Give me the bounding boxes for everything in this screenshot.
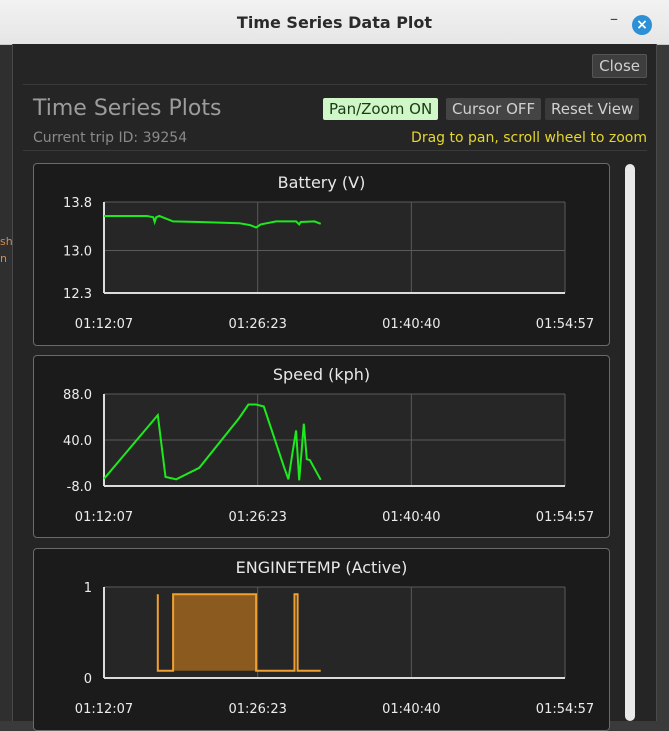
x-tick-label: 01:40:40 xyxy=(382,317,440,332)
x-tick-label: 01:12:07 xyxy=(75,317,133,332)
background-text-fragment: sh xyxy=(0,235,13,248)
window-title: Time Series Data Plot xyxy=(236,13,433,32)
x-tick-label: 01:26:23 xyxy=(228,510,286,525)
x-tick-label: 01:54:57 xyxy=(536,702,594,717)
page-title: Time Series Plots xyxy=(33,96,222,121)
plots-header: Time Series Plots Current trip ID: 39254… xyxy=(23,90,647,151)
plot-window: Close Time Series Plots Current trip ID:… xyxy=(12,44,657,731)
window-titlebar[interactable]: Time Series Data Plot – × xyxy=(0,0,669,45)
y-tick-label: 0 xyxy=(84,672,92,687)
x-tick-label: 01:12:07 xyxy=(75,702,133,717)
active-region xyxy=(173,594,257,671)
pan-zoom-hint: Drag to pan, scroll wheel to zoom xyxy=(411,130,647,146)
y-tick-label: -8.0 xyxy=(67,480,92,495)
background-text-fragment: n xyxy=(0,252,7,265)
x-tick-label: 01:12:07 xyxy=(75,510,133,525)
close-icon[interactable]: × xyxy=(632,15,652,35)
y-tick-label: 13.0 xyxy=(63,245,92,260)
pan-zoom-toggle[interactable]: Pan/Zoom ON xyxy=(323,98,439,120)
battery-plot[interactable]: Battery (V) 13.8 13.0 12.3 01:12:07 01:26:23… xyxy=(33,163,610,346)
x-tick-label: 01:40:40 xyxy=(382,510,440,525)
x-tick-label: 01:26:23 xyxy=(228,317,286,332)
scrollbar[interactable] xyxy=(625,164,635,721)
close-button[interactable]: Close xyxy=(592,54,647,78)
x-tick-label: 01:26:23 xyxy=(228,702,286,717)
y-tick-label: 40.0 xyxy=(63,434,92,449)
speed-chart-svg[interactable]: 88.0 40.0 -8.0 01:12:07 01:26:23 01:40:40 01:5… xyxy=(34,356,609,537)
enginetemp-plot[interactable]: ENGINETEMP (Active) 1 0 01:12:07 01:26:23 01… xyxy=(33,548,610,731)
cursor-toggle[interactable]: Cursor OFF xyxy=(446,98,542,120)
x-tick-label: 01:54:57 xyxy=(536,510,594,525)
x-tick-label: 01:40:40 xyxy=(382,702,440,717)
x-tick-label: 01:54:57 xyxy=(536,317,594,332)
plot-area xyxy=(104,202,565,293)
minimize-icon[interactable]: – xyxy=(608,11,620,28)
reset-view-button[interactable]: Reset View xyxy=(545,98,640,120)
background-app-strip: sh n xyxy=(0,40,13,721)
trip-id-label: Current trip ID: 39254 xyxy=(33,130,188,146)
top-bar: Close xyxy=(23,44,647,85)
y-tick-label: 88.0 xyxy=(63,388,92,403)
y-tick-label: 12.3 xyxy=(63,287,92,302)
speed-plot[interactable]: Speed (kph) 88.0 40.0 -8.0 01:12:07 01:26:23… xyxy=(33,355,610,538)
y-tick-label: 13.8 xyxy=(63,196,92,211)
battery-chart-svg[interactable]: 13.8 13.0 12.3 01:12:07 01:26:23 01:40:40 01:5… xyxy=(34,164,609,345)
enginetemp-chart-svg[interactable]: 1 0 01:12:07 01:26:23 01:40:40 01:54:57 xyxy=(34,549,609,730)
y-tick-label: 1 xyxy=(84,581,92,596)
